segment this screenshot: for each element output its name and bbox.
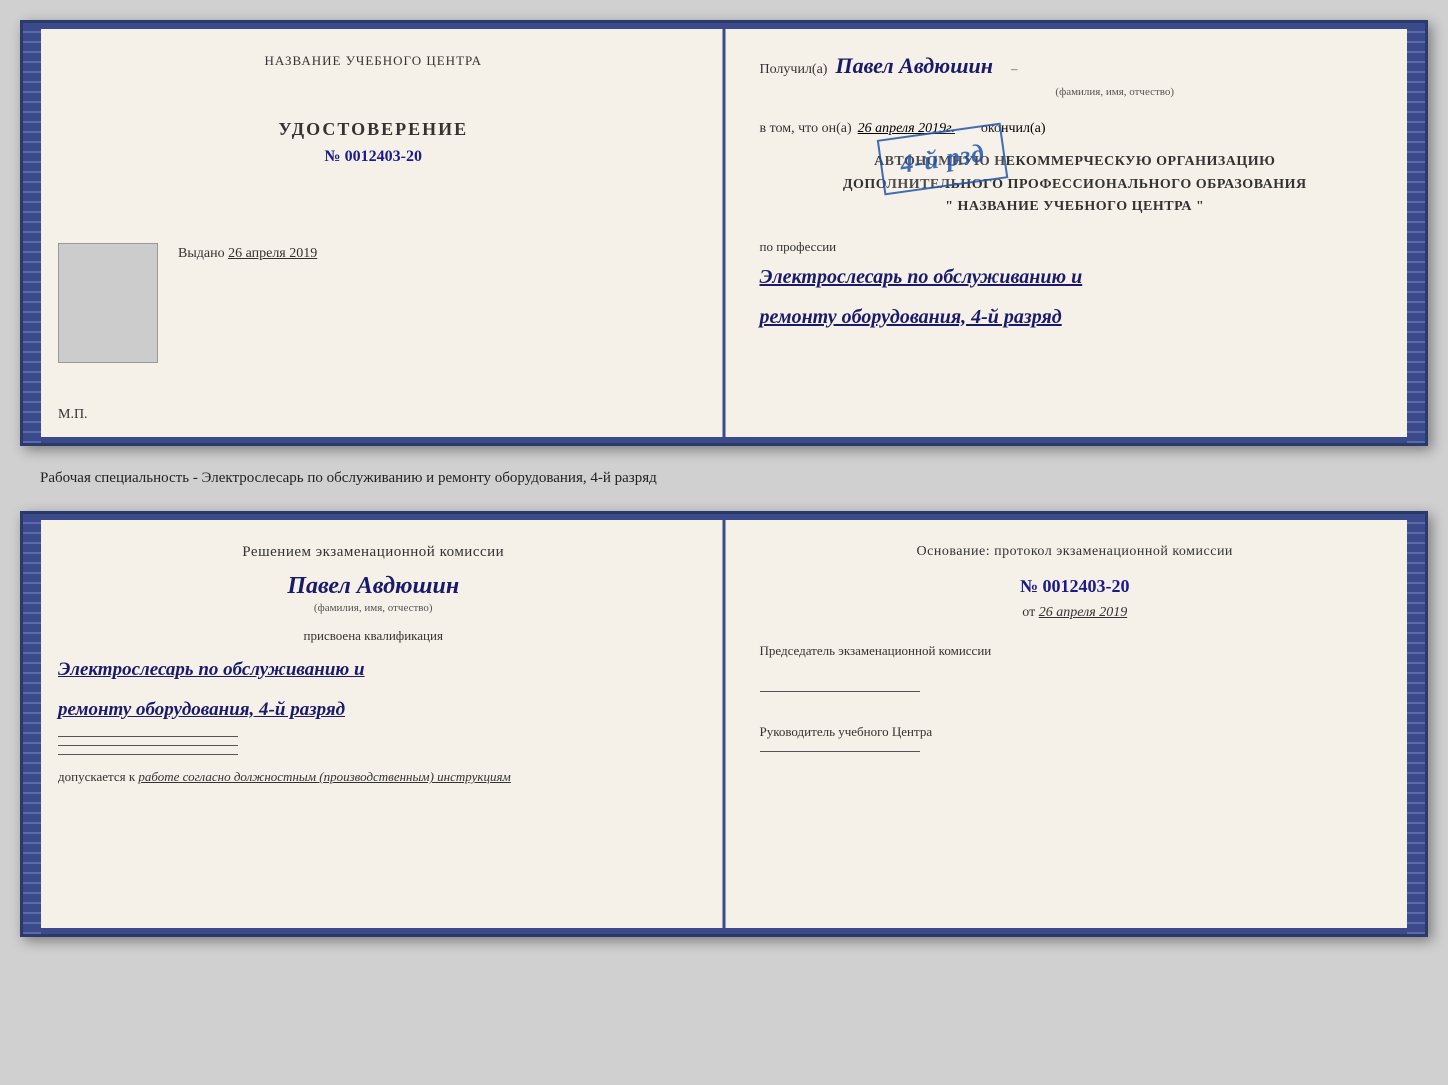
admits-line: допускается к работе согласно должностны… (58, 769, 689, 785)
training-center-title: НАЗВАНИЕ УЧЕБНОГО ЦЕНТРА (58, 53, 689, 69)
issued-label: Выдано (178, 246, 225, 261)
top-right-page: Получил(а) Павел Авдюшин – (фамилия, имя… (725, 23, 1426, 443)
org-line3: " НАЗВАНИЕ УЧЕБНОГО ЦЕНТРА " (760, 196, 1391, 218)
sig-line-2 (58, 745, 238, 746)
person-name-bottom: Павел Авдюшин (58, 573, 689, 600)
sig-line-3 (58, 754, 238, 755)
page-wrapper: НАЗВАНИЕ УЧЕБНОГО ЦЕНТРА УДОСТОВЕРЕНИЕ №… (20, 20, 1428, 937)
fio-label-bottom: (фамилия, имя, отчество) (58, 602, 689, 614)
finished-label: окончил(а) (981, 121, 1046, 137)
top-booklet: НАЗВАНИЕ УЧЕБНОГО ЦЕНТРА УДОСТОВЕРЕНИЕ №… (20, 20, 1428, 446)
admits-text: работе согласно должностным (производств… (138, 769, 510, 784)
bottom-left-page: Решением экзаменационной комиссии Павел … (23, 514, 725, 934)
top-left-page: НАЗВАНИЕ УЧЕБНОГО ЦЕНТРА УДОСТОВЕРЕНИЕ №… (23, 23, 725, 443)
profession-line1: Электрослесарь по обслуживанию и (760, 259, 1391, 295)
qual-line1: Электрослесарь по обслуживанию и (58, 652, 689, 688)
separator-text: Рабочая специальность - Электрослесарь п… (20, 462, 1428, 495)
org-line2: ДОПОЛНИТЕЛЬНОГО ПРОФЕССИОНАЛЬНОГО ОБРАЗО… (760, 174, 1391, 196)
separator-label: Рабочая специальность - Электрослесарь п… (40, 470, 657, 486)
in-that-prefix: в том, что он(а) (760, 116, 852, 141)
bottom-right-border (1407, 514, 1425, 934)
completion-date: 26 апреля 2019г. (858, 121, 955, 137)
cert-label: УДОСТОВЕРЕНИЕ (58, 119, 689, 140)
mp-label: М.П. (58, 407, 88, 423)
decision-heading: Решением экзаменационной комиссии (58, 544, 689, 561)
recipient-name: Павел Авдюшин (835, 53, 993, 79)
date-prefix: от (1022, 605, 1035, 620)
basis-heading: Основание: протокол экзаменационной коми… (760, 544, 1391, 560)
assigned-label: присвоена квалификация (58, 628, 689, 644)
right-border-decoration (1407, 23, 1425, 443)
director-sig-line (760, 751, 920, 752)
sig-line-1 (58, 736, 238, 737)
date-from: от 26 апреля 2019 (760, 605, 1391, 621)
chairman-label: Председатель экзаменационной комиссии (760, 641, 1391, 661)
date-value: 26 апреля 2019 (1039, 605, 1127, 620)
org-block: 4-й рзд АВТОНОМНУЮ НЕКОММЕРЧЕСКУЮ ОРГАНИ… (760, 151, 1391, 218)
protocol-number: № 0012403-20 (760, 576, 1391, 597)
org-line1: АВТОНОМНУЮ НЕКОММЕРЧЕСКУЮ ОРГАНИЗАЦИЮ (760, 151, 1391, 173)
issued-line: Выдано 26 апреля 2019 (178, 246, 689, 262)
profession-prefix: по профессии (760, 239, 1391, 255)
director-label: Руководитель учебного Центра (760, 722, 1391, 742)
fio-label-top: (фамилия, имя, отчество) (840, 86, 1391, 98)
bottom-right-page: Основание: протокол экзаменационной коми… (725, 514, 1426, 934)
issued-date: 26 апреля 2019 (228, 246, 317, 261)
cert-number: № 0012403-20 (58, 148, 689, 166)
qual-line2: ремонту оборудования, 4-й разряд (58, 692, 689, 728)
bottom-booklet: Решением экзаменационной комиссии Павел … (20, 511, 1428, 937)
received-prefix: Получил(а) (760, 57, 828, 82)
chairman-sig-line (760, 691, 920, 692)
photo-placeholder (58, 243, 158, 363)
admits-prefix: допускается к (58, 769, 135, 784)
profession-line2: ремонту оборудования, 4-й разряд (760, 299, 1391, 335)
